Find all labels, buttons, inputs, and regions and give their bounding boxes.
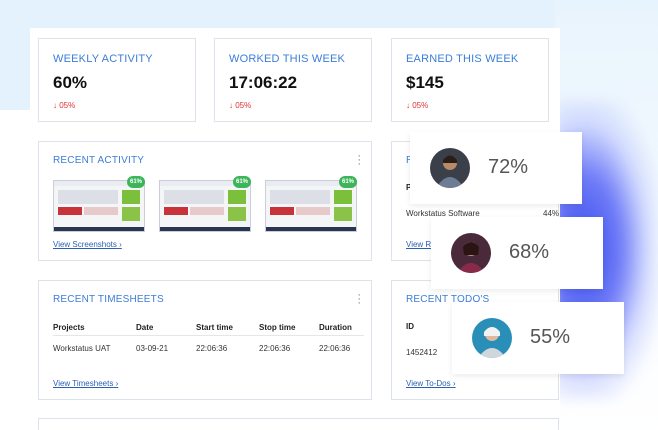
stat-label: EARNED THIS WEEK — [406, 53, 519, 65]
link-label: View Timesheets — [53, 379, 114, 388]
stat-value: $145 — [406, 73, 444, 92]
todo-id: 1452412 — [406, 348, 438, 357]
stat-card-weekly-activity: WEEKLY ACTIVITY 60% ↓ 05% — [38, 38, 196, 122]
column-header: Date — [136, 323, 154, 333]
performance-percent: 55% — [530, 326, 571, 348]
stat-card-earned-this-week: EARNED THIS WEEK $145 ↓ 05% — [391, 38, 549, 122]
stat-change-value: 05% — [59, 101, 76, 110]
card-title: RECENT ACTIVITY — [53, 155, 145, 166]
table-cell: 22:06:36 — [319, 334, 364, 361]
performance-percent: 72% — [488, 156, 529, 178]
stat-change: ↓ 05% — [53, 101, 75, 110]
stat-card-worked-this-week: WORKED THIS WEEK 17:06:22 ↓ 05% — [214, 38, 372, 122]
column-header: Duration — [319, 323, 352, 333]
recent-timesheets-card: RECENT TIMESHEETS · · · Projects Date Star… — [38, 280, 372, 400]
stat-label: WEEKLY ACTIVITY — [53, 53, 153, 65]
table-cell: 22:06:36 — [259, 334, 319, 361]
performer-card: 55% — [452, 302, 624, 374]
performance-percent: 68% — [509, 241, 550, 263]
column-header: Projects — [53, 323, 85, 333]
stat-change-value: 05% — [412, 101, 429, 110]
arrow-down-icon: ↓ — [229, 101, 233, 110]
card-title: RECENT TIMESHEETS — [53, 294, 164, 305]
avatar — [451, 233, 491, 273]
table-row[interactable]: Workstatus UAT 03-09-21 22:06:36 22:06:3… — [53, 334, 364, 361]
stat-value: 60% — [53, 73, 88, 92]
link-label: View Screenshots — [53, 240, 117, 249]
avatar — [430, 148, 470, 188]
more-options-icon[interactable]: · · · — [357, 151, 361, 170]
arrow-down-icon: ↓ — [53, 101, 57, 110]
column-header: Stop time — [259, 323, 296, 333]
avatar — [472, 318, 512, 358]
stat-change-value: 05% — [235, 101, 252, 110]
recent-activity-card: RECENT ACTIVITY · · · 61% 61% 61% View Scr… — [38, 141, 372, 261]
stat-label: WORKED THIS WEEK — [229, 53, 346, 65]
activity-badge: 61% — [233, 176, 251, 188]
stat-change: ↓ 05% — [229, 101, 251, 110]
table-cell: 22:06:36 — [196, 334, 259, 361]
activity-badge: 61% — [339, 176, 357, 188]
link-label: View To-Dos — [406, 379, 451, 388]
column-header: Start time — [196, 323, 233, 333]
chevron-right-icon: › — [115, 379, 119, 388]
timesheets-table: Projects Date Start time Stop time Durat… — [53, 321, 364, 361]
more-options-icon[interactable]: · · · — [357, 290, 361, 309]
activity-badge: 61% — [127, 176, 145, 188]
chevron-right-icon: › — [119, 240, 122, 249]
performer-card: 68% — [431, 217, 603, 289]
chevron-right-icon: › — [452, 379, 456, 388]
arrow-down-icon: ↓ — [406, 101, 410, 110]
performer-card: 72% — [410, 132, 582, 204]
stat-change: ↓ 05% — [406, 101, 428, 110]
table-cell: 03-09-21 — [136, 334, 196, 361]
view-screenshots-link[interactable]: View Screenshots › — [53, 240, 122, 249]
view-todos-link[interactable]: View To-Dos › — [406, 379, 456, 388]
table-header-row: Projects Date Start time Stop time Durat… — [53, 321, 364, 335]
column-header: ID — [406, 322, 414, 331]
bottom-card — [38, 418, 559, 430]
table-cell: Workstatus UAT — [53, 334, 136, 361]
view-timesheets-link[interactable]: View Timesheets › — [53, 379, 118, 388]
stat-value: 17:06:22 — [229, 73, 298, 92]
